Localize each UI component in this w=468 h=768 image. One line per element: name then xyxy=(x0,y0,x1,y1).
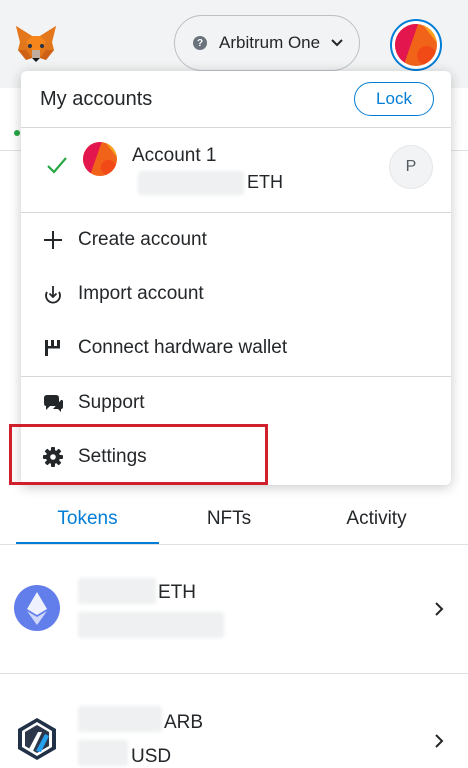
account-avatar-button[interactable] xyxy=(390,19,442,71)
chevron-down-icon xyxy=(331,39,343,47)
import-icon xyxy=(41,282,65,306)
settings-item[interactable]: Settings xyxy=(21,433,451,481)
arbitrum-icon xyxy=(18,718,56,760)
divider xyxy=(21,212,451,213)
account-menu-header: My accounts Lock xyxy=(21,71,451,127)
ethereum-icon xyxy=(14,585,60,631)
connect-hardware-wallet-label: Connect hardware wallet xyxy=(78,337,288,358)
account-menu-title: My accounts xyxy=(40,88,153,110)
redacted-fiat-value xyxy=(78,740,128,766)
account-pin-badge[interactable]: P xyxy=(389,145,433,189)
chevron-right-icon xyxy=(435,602,444,616)
tab-tokens[interactable]: Tokens xyxy=(16,495,159,543)
support-icon xyxy=(41,391,65,415)
divider xyxy=(0,673,468,674)
asset-symbol: ETH xyxy=(158,582,196,603)
hardware-wallet-icon xyxy=(41,336,65,360)
account-name: Account 1 xyxy=(132,145,217,166)
import-account-label: Import account xyxy=(78,283,204,304)
check-icon xyxy=(47,157,67,174)
create-account-label: Create account xyxy=(78,229,207,250)
network-selector[interactable]: ? Arbitrum One xyxy=(174,15,360,71)
tab-nfts[interactable]: NFTs xyxy=(159,495,299,543)
divider xyxy=(21,376,451,377)
settings-label: Settings xyxy=(78,446,147,467)
chevron-right-icon xyxy=(435,734,444,748)
lock-button[interactable]: Lock xyxy=(354,82,434,116)
account-identicon xyxy=(83,142,117,176)
network-help-icon: ? xyxy=(193,36,207,50)
tab-activity[interactable]: Activity xyxy=(299,495,454,543)
redacted-fiat-value xyxy=(78,612,224,638)
account-identicon xyxy=(395,24,437,66)
redacted-account-balance xyxy=(138,171,244,195)
asset-row-eth[interactable]: ETH xyxy=(0,548,468,668)
metamask-fox-icon[interactable] xyxy=(12,20,60,68)
asset-tabs: Tokens NFTs Activity xyxy=(0,495,468,543)
asset-row-arb[interactable]: ARB USD xyxy=(0,676,468,768)
network-name: Arbitrum One xyxy=(219,33,321,52)
divider xyxy=(0,544,468,545)
support-item[interactable]: Support xyxy=(21,379,451,427)
connection-status-dot xyxy=(14,130,20,136)
asset-fiat-currency: USD xyxy=(131,746,172,767)
account-list-item[interactable]: Account 1 ETH xyxy=(21,128,451,212)
account-menu: My accounts Lock Account 1 ETH P Create … xyxy=(21,71,451,485)
connect-hardware-wallet-item[interactable]: Connect hardware wallet xyxy=(21,324,451,372)
account-balance-unit: ETH xyxy=(247,172,283,192)
gear-icon xyxy=(41,445,65,469)
redacted-balance xyxy=(78,578,156,604)
create-account-item[interactable]: Create account xyxy=(21,216,451,264)
support-label: Support xyxy=(78,392,145,413)
import-account-item[interactable]: Import account xyxy=(21,270,451,318)
plus-icon xyxy=(41,228,65,252)
redacted-balance xyxy=(78,706,162,732)
asset-symbol: ARB xyxy=(164,712,204,733)
